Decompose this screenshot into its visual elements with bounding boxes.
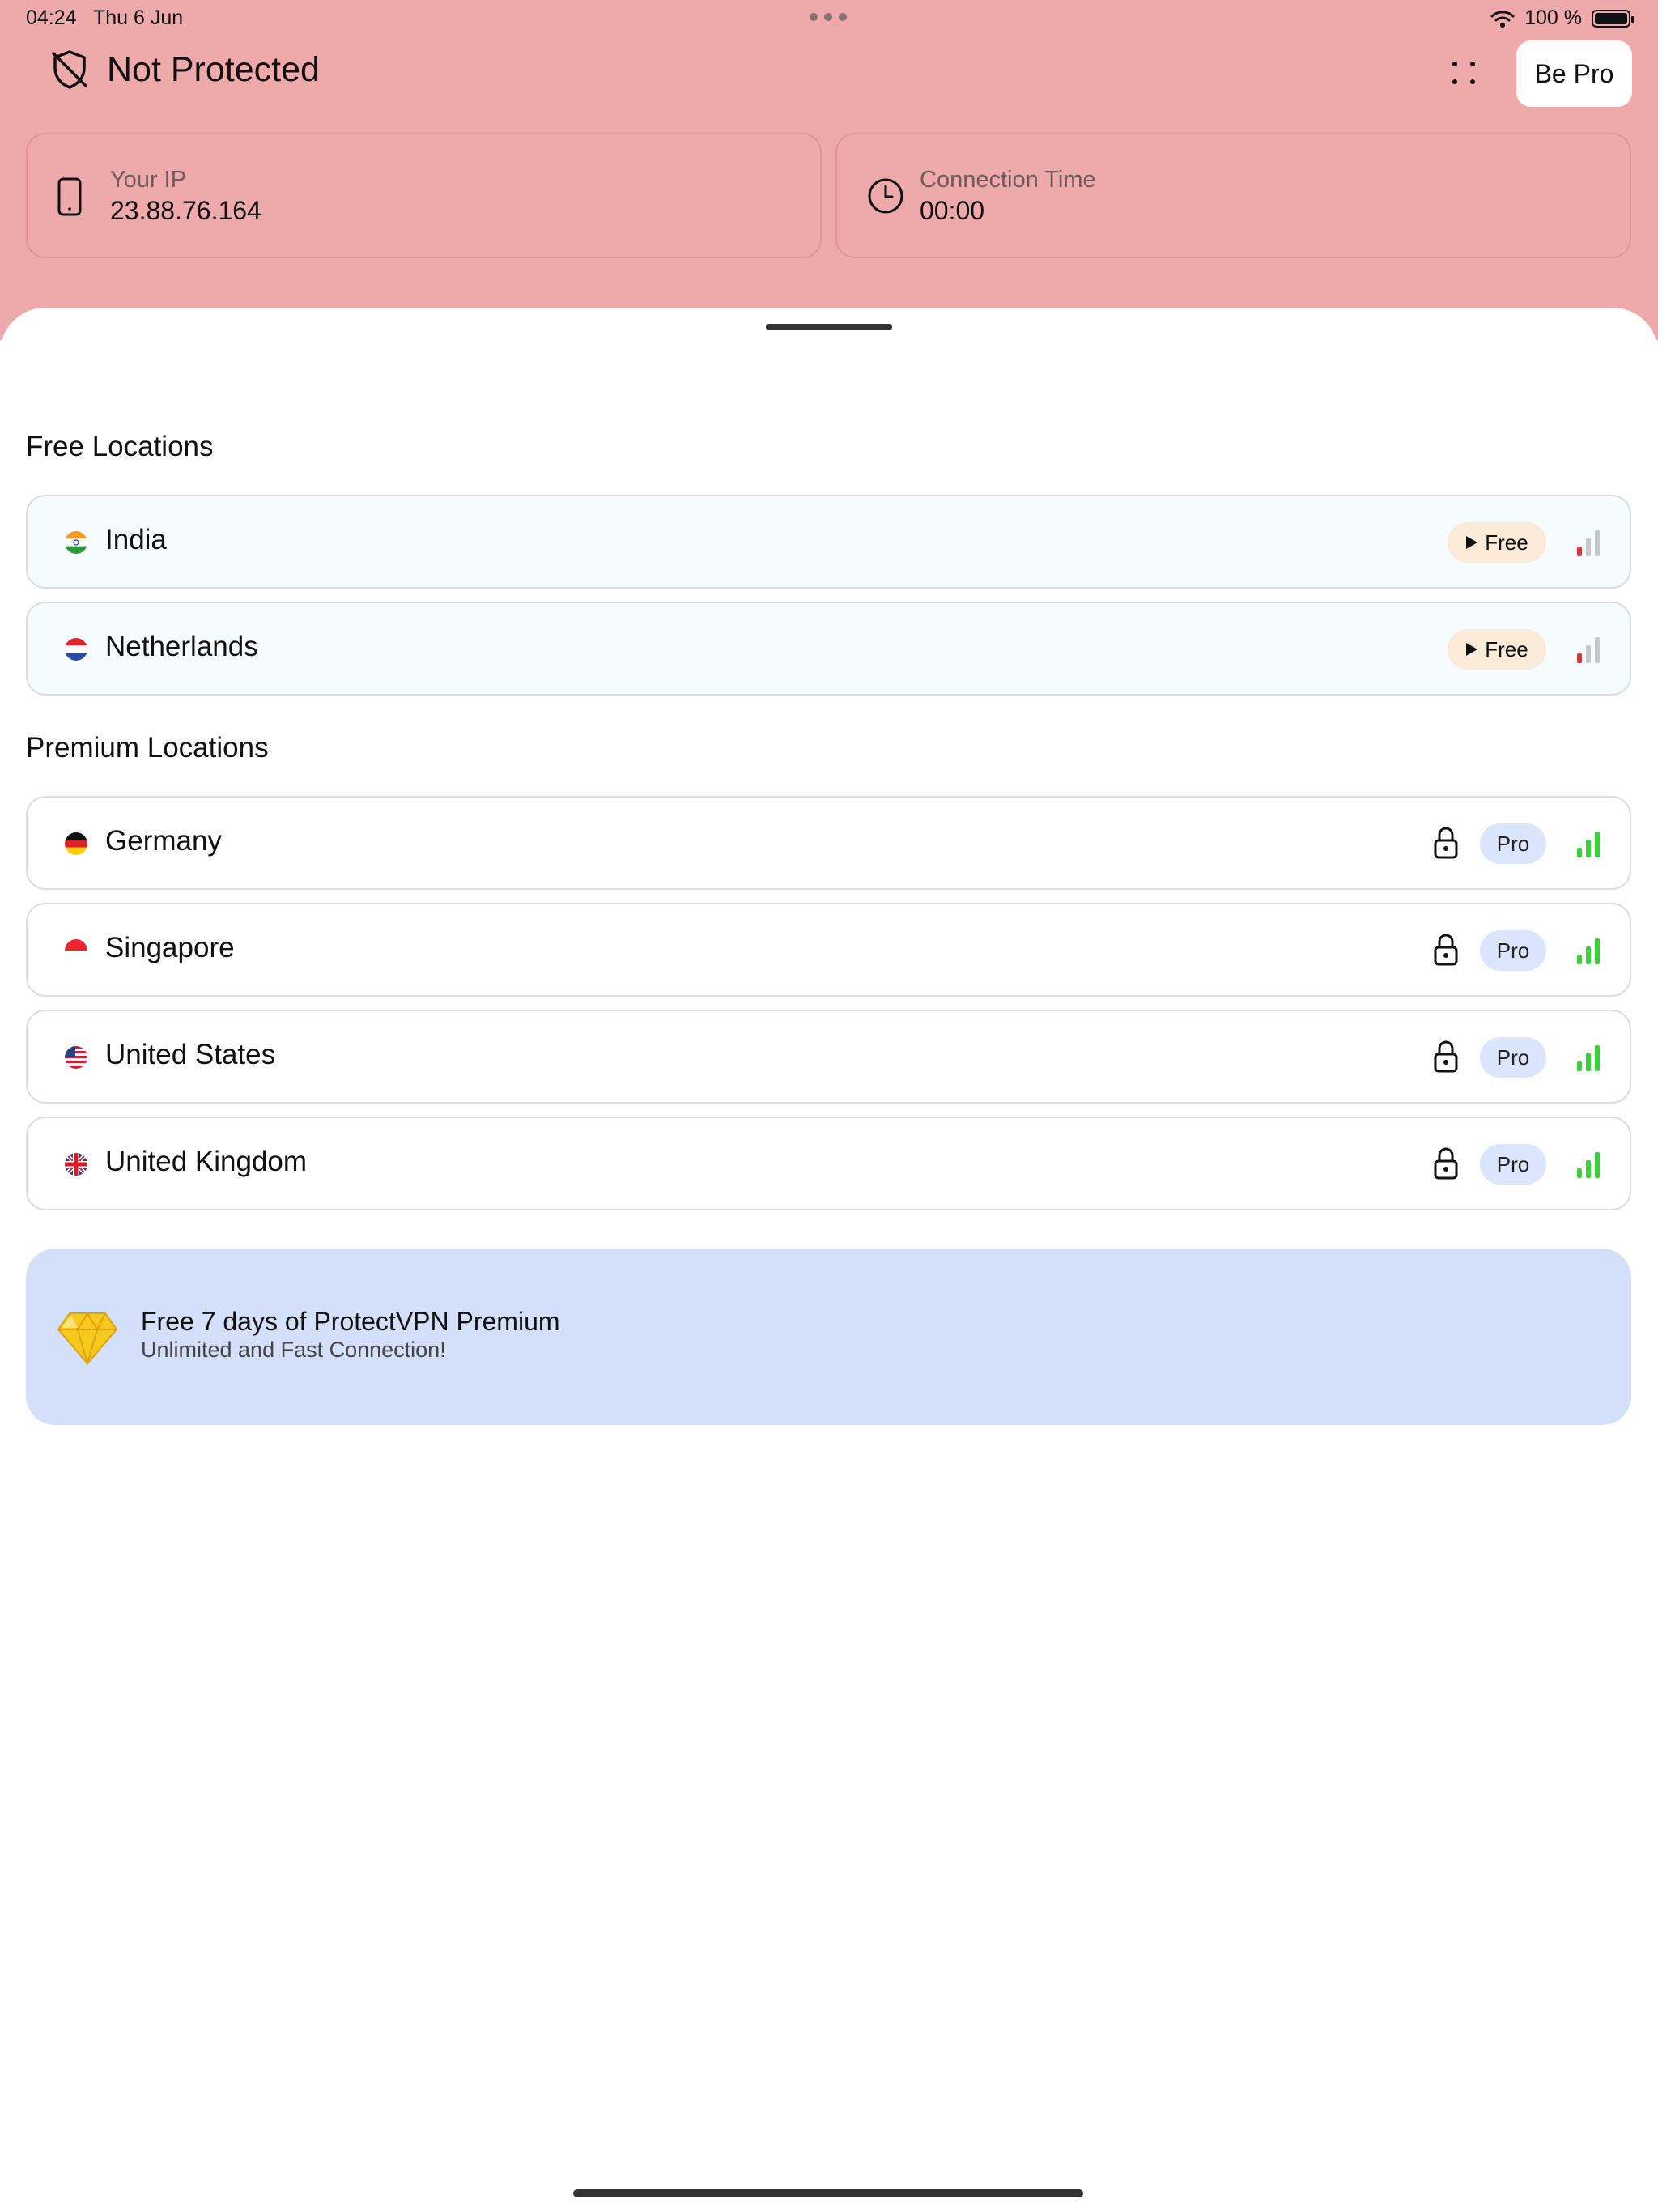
country-name: Singapore [105, 932, 235, 963]
be-pro-button[interactable]: Be Pro [1516, 40, 1632, 107]
country-name: India [105, 524, 167, 555]
lock-icon [1434, 934, 1458, 966]
battery-percent: 100 % [1524, 6, 1582, 29]
pro-badge: Pro [1480, 930, 1546, 971]
country-name: United Kingdom [105, 1146, 308, 1177]
status-bar-time: 04:24 Thu 6 Jun [26, 6, 183, 30]
country-name: Netherlands [105, 631, 258, 662]
phone-icon [57, 177, 82, 216]
country-name: Germany [105, 825, 222, 857]
germany-flag-icon [65, 832, 87, 855]
lock-icon [1434, 1040, 1458, 1073]
diamond-icon [57, 1312, 117, 1365]
connection-time-label: Connection Time [920, 167, 1096, 193]
lock-icon [1434, 827, 1458, 859]
lock-icon [1434, 1147, 1458, 1180]
signal-strength-icon [1577, 830, 1601, 857]
multitasking-dots-icon[interactable] [810, 13, 847, 21]
india-flag-icon [65, 531, 87, 554]
pro-badge: Pro [1480, 1037, 1546, 1078]
home-indicator[interactable] [573, 2189, 1083, 2197]
page-title: Not Protected [107, 49, 320, 89]
location-row-india[interactable]: India Free [26, 495, 1631, 589]
premium-trial-banner[interactable]: Free 7 days of ProtectVPN Premium Unlimi… [26, 1249, 1631, 1425]
singapore-flag-icon [65, 939, 87, 962]
free-badge-label: Free [1485, 530, 1528, 555]
united-kingdom-flag-icon [65, 1153, 87, 1176]
connection-time-card: Connection Time 00:00 [835, 133, 1631, 258]
connection-time-value: 00:00 [920, 196, 985, 225]
netherlands-flag-icon [65, 638, 87, 661]
free-badge: Free [1448, 629, 1546, 670]
united-states-flag-icon [65, 1046, 87, 1069]
shield-off-icon [52, 50, 87, 89]
location-row-germany[interactable]: Germany Pro [26, 796, 1631, 890]
free-badge: Free [1448, 522, 1546, 563]
status-date: Thu 6 Jun [92, 6, 184, 29]
promo-title: Free 7 days of ProtectVPN Premium [141, 1307, 560, 1336]
ip-card: Your IP 23.88.76.164 [26, 133, 822, 258]
play-icon [1466, 536, 1478, 549]
free-badge-label: Free [1485, 636, 1528, 661]
signal-strength-icon [1577, 1044, 1601, 1071]
signal-strength-icon [1577, 636, 1601, 663]
more-options-icon[interactable] [1446, 57, 1478, 89]
location-row-united-states[interactable]: United States Pro [26, 1010, 1631, 1104]
free-locations-title: Free Locations [26, 431, 214, 462]
play-icon [1466, 643, 1478, 656]
signal-strength-icon [1577, 1151, 1601, 1178]
ip-label: Your IP [110, 167, 187, 193]
premium-locations-title: Premium Locations [26, 732, 269, 764]
clock-icon [868, 178, 903, 214]
wifi-icon [1490, 10, 1515, 28]
signal-strength-icon [1577, 529, 1601, 556]
battery-icon [1592, 9, 1634, 28]
pro-badge: Pro [1480, 823, 1546, 864]
promo-subtitle: Unlimited and Fast Connection! [141, 1338, 446, 1362]
status-time: 04:24 [26, 6, 77, 29]
location-row-netherlands[interactable]: Netherlands Free [26, 602, 1631, 696]
sheet-drag-handle[interactable] [766, 324, 892, 330]
location-row-singapore[interactable]: Singapore Pro [26, 903, 1631, 997]
location-row-united-kingdom[interactable]: United Kingdom Pro [26, 1117, 1631, 1210]
ip-value: 23.88.76.164 [110, 196, 261, 225]
signal-strength-icon [1577, 937, 1601, 964]
protection-status: Not Protected [47, 47, 320, 92]
status-bar-right: 100 % [1490, 6, 1634, 30]
pro-badge: Pro [1480, 1144, 1546, 1185]
country-name: United States [105, 1039, 276, 1070]
